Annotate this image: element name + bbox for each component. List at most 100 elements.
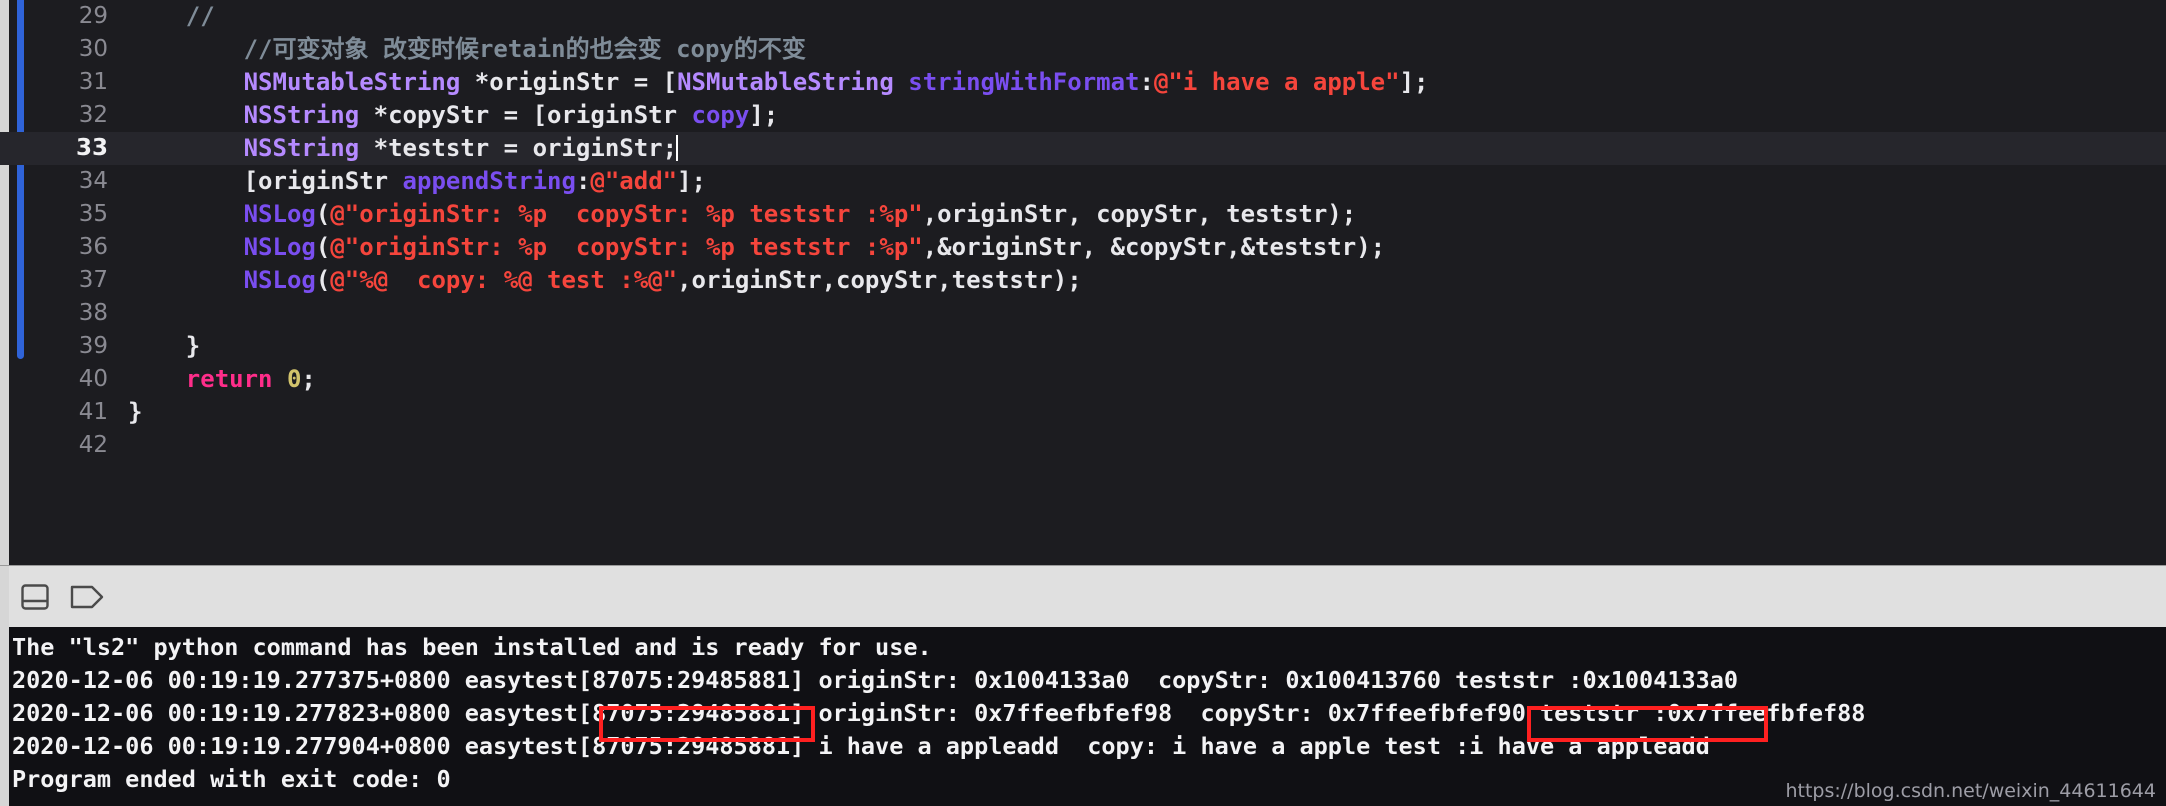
xcode-window: 29 //30 //可变对象 改变时候retain的也会变 copy的不变 31 … — [0, 0, 2166, 806]
code-text: [originStr appendString:@"add"]; — [128, 165, 706, 198]
code-text: NSLog(@"%@ copy: %@ test :%@",originStr,… — [128, 264, 1082, 297]
code-line[interactable]: 40 return 0; — [0, 363, 2166, 396]
code-token: ( — [315, 233, 331, 261]
line-number: 29 — [78, 3, 108, 29]
code-line[interactable]: 37 NSLog(@"%@ copy: %@ test :%@",originS… — [0, 264, 2166, 297]
code-token: ,&originStr, &copyStr,&teststr); — [922, 233, 1386, 261]
code-editor[interactable]: 29 //30 //可变对象 改变时候retain的也会变 copy的不变 31 … — [0, 0, 2166, 565]
line-number: 32 — [78, 102, 108, 128]
code-line[interactable]: 31 NSMutableString *originStr = [NSMutab… — [0, 66, 2166, 99]
line-number: 41 — [78, 399, 108, 425]
code-token: ( — [315, 266, 331, 294]
code-token: *originStr = [ — [460, 68, 678, 96]
line-number: 35 — [78, 201, 108, 227]
code-token: appendString — [402, 167, 576, 195]
code-text: return 0; — [128, 363, 316, 396]
code-text: NSString *copyStr = [originStr copy]; — [128, 99, 779, 132]
console-line-list: The "ls2" python command has been instal… — [12, 631, 2162, 796]
line-number: 38 — [78, 300, 108, 326]
code-token: NSMutableString — [677, 68, 894, 96]
debug-area-toolbar[interactable] — [0, 565, 2166, 629]
line-number: 30 — [78, 36, 108, 62]
code-text: NSMutableString *originStr = [NSMutableS… — [128, 66, 1429, 99]
code-token: @"originStr: %p copyStr: %p teststr :%p" — [330, 233, 923, 261]
code-token: //可变对象 改变时候retain的也会变 copy的不变 — [243, 35, 806, 63]
code-token: *copyStr = [originStr — [359, 101, 692, 129]
code-token: : — [1139, 68, 1154, 96]
console-output-panel[interactable]: The "ls2" python command has been instal… — [0, 627, 2166, 806]
line-number: 33 — [75, 135, 108, 161]
code-text: } — [128, 396, 142, 429]
code-text: NSString *teststr = originStr; — [128, 132, 679, 165]
code-token: return — [185, 365, 273, 393]
code-token: ]; — [749, 101, 779, 129]
line-number: 36 — [78, 234, 108, 260]
code-text: } — [128, 330, 200, 363]
line-number: 40 — [78, 366, 108, 392]
code-token: ]; — [677, 167, 706, 195]
code-token: NSLog — [243, 266, 316, 294]
code-token: NSMutableString — [243, 68, 461, 96]
console-line: 2020-12-06 00:19:19.277823+0800 easytest… — [12, 699, 1866, 727]
code-token: @"add" — [590, 167, 678, 195]
console-line: The "ls2" python command has been instal… — [12, 633, 932, 661]
code-line[interactable]: 33 NSString *teststr = originStr; — [0, 132, 2166, 165]
code-line[interactable]: 34 [originStr appendString:@"add"]; — [0, 165, 2166, 198]
line-number: 37 — [78, 267, 108, 293]
code-line[interactable]: 30 //可变对象 改变时候retain的也会变 copy的不变 — [0, 33, 2166, 66]
console-left-rail — [0, 627, 9, 806]
code-line[interactable]: 32 NSString *copyStr = [originStr copy]; — [0, 99, 2166, 132]
csdn-watermark: https://blog.csdn.net/weixin_44611644 — [1785, 780, 2156, 802]
line-number: 39 — [78, 333, 108, 359]
code-text: //可变对象 改变时候retain的也会变 copy的不变 — [128, 33, 806, 66]
code-line[interactable]: 36 NSLog(@"originStr: %p copyStr: %p tes… — [0, 231, 2166, 264]
code-token: 0 — [286, 365, 302, 393]
code-token: } — [128, 332, 201, 360]
tag-icon[interactable] — [61, 566, 113, 628]
code-token: @"i have a apple" — [1153, 68, 1400, 96]
code-token: copy — [691, 101, 750, 129]
code-token: } — [128, 398, 143, 426]
code-text: // — [128, 0, 215, 33]
console-line: 2020-12-06 00:19:19.277904+0800 easytest… — [12, 732, 1710, 760]
code-token: ( — [315, 200, 331, 228]
code-token: @"originStr: %p copyStr: %p teststr :%p" — [330, 200, 923, 228]
code-line[interactable]: 35 NSLog(@"originStr: %p copyStr: %p tes… — [0, 198, 2166, 231]
code-token: // — [185, 2, 215, 30]
line-number: 34 — [78, 168, 108, 194]
code-token: @"%@ copy: %@ test :%@" — [330, 266, 678, 294]
split-panel-icon[interactable] — [9, 566, 61, 628]
code-line[interactable]: 42 — [0, 429, 2166, 462]
code-token: NSString — [243, 101, 360, 129]
code-line[interactable]: 29 // — [0, 0, 2166, 33]
console-line: 2020-12-06 00:19:19.277375+0800 easytest… — [12, 666, 1739, 694]
code-line[interactable]: 41} — [0, 396, 2166, 429]
code-token: : — [575, 167, 591, 195]
code-token: ; — [301, 365, 316, 393]
code-token: *teststr = originStr; — [359, 134, 678, 162]
code-line[interactable]: 38 — [0, 297, 2166, 330]
line-number: 42 — [78, 432, 108, 458]
code-token: ,originStr, copyStr, teststr); — [922, 200, 1357, 228]
code-line[interactable]: 39 } — [0, 330, 2166, 363]
code-token: NSLog — [243, 233, 316, 261]
code-token: NSString — [243, 134, 360, 162]
toolbar-left-rail — [0, 566, 9, 628]
code-token: NSLog — [243, 200, 316, 228]
code-text: NSLog(@"originStr: %p copyStr: %p testst… — [128, 198, 1357, 231]
text-cursor — [676, 135, 679, 161]
code-token: stringWithFormat — [908, 68, 1140, 96]
code-text: NSLog(@"originStr: %p copyStr: %p testst… — [128, 231, 1386, 264]
code-line-list: 29 //30 //可变对象 改变时候retain的也会变 copy的不变 31 … — [0, 0, 2166, 462]
